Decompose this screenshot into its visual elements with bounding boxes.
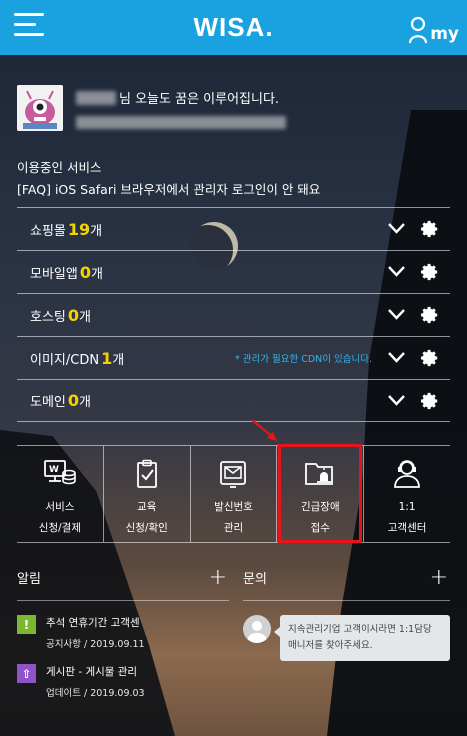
- news-title: 추석 연휴기간 고객센: [46, 617, 140, 629]
- svg-text:W: W: [49, 465, 59, 475]
- blurred-email: [76, 116, 286, 129]
- hamburger-menu-icon[interactable]: [14, 13, 44, 39]
- quick-service-payment[interactable]: W 서비스 신청/결제: [17, 446, 103, 542]
- inquiry-message[interactable]: 지속관리기업 고객이시라면 1:1담당 매니저를 찾아주세요.: [243, 615, 450, 661]
- quick-customer-center[interactable]: 1:1 고객센터: [363, 446, 450, 542]
- inquiry-bubble: 지속관리기업 고객이시라면 1:1담당 매니저를 찾아주세요.: [274, 615, 450, 661]
- avatar: [17, 85, 63, 131]
- service-count: 0: [67, 391, 80, 410]
- exclamation-icon: !: [17, 615, 36, 634]
- gear-icon[interactable]: [421, 263, 439, 281]
- plus-icon[interactable]: +: [430, 565, 448, 590]
- service-name: 도메인: [30, 395, 66, 410]
- red-arrow-annotation: [251, 419, 277, 441]
- upload-arrow-icon: ⇧: [17, 664, 36, 683]
- quick-label-line1: 교육: [137, 501, 157, 513]
- user-profile: 님 오늘도 꿈은 이루어집니다.: [17, 85, 286, 133]
- my-label: my: [430, 24, 459, 44]
- news-meta: 업데이트 / 2019.09.03: [46, 688, 145, 699]
- notice-board-title: 알림: [17, 572, 41, 587]
- service-unit: 개: [90, 266, 103, 282]
- service-name: 모바일앱: [30, 266, 78, 282]
- service-count: 0: [79, 262, 91, 282]
- chevron-down-icon[interactable]: [388, 222, 405, 234]
- cdn-warning-note[interactable]: * 관리가 필요한 CDN이 있습니다.: [235, 351, 372, 365]
- service-list: 쇼핑몰 19 개 모바일앱 0 개 호스팅 0 개 이미지/CDN 1 개 * …: [17, 207, 450, 422]
- education-clipboard-icon: [136, 459, 157, 488]
- blurred-username: [76, 90, 116, 105]
- service-count: 0: [67, 305, 80, 325]
- greeting-text: 님 오늘도 꿈은 이루어집니다.: [76, 88, 286, 107]
- plus-icon[interactable]: +: [209, 565, 227, 590]
- service-unit: 개: [90, 223, 103, 239]
- quick-label-line1: 발신번호: [214, 501, 253, 513]
- inquiry-board-title: 문의: [243, 572, 267, 587]
- quick-label-line1: 서비스: [45, 501, 75, 513]
- service-count: 19: [67, 219, 91, 239]
- news-meta: 공지사항 / 2019.09.11: [46, 639, 145, 650]
- gear-icon[interactable]: [421, 306, 439, 324]
- wisa-logo[interactable]: WISA.: [193, 12, 273, 43]
- services-title: 이용중인 서비스: [17, 160, 102, 175]
- service-name: 이미지/CDN: [30, 352, 100, 368]
- highlight-box-annotation: [278, 444, 362, 543]
- list-item[interactable]: ! 추석 연휴기간 고객센 공지사항 / 2019.09.11: [17, 615, 229, 650]
- service-payment-icon: W: [43, 460, 76, 485]
- service-name: 호스팅: [30, 309, 66, 325]
- main-content: 님 오늘도 꿈은 이루어집니다. 이용중인 서비스 [FAQ] iOS Safa…: [0, 55, 467, 736]
- gear-icon[interactable]: [421, 220, 439, 238]
- news-title: 게시판 - 게시물 관리: [46, 666, 138, 678]
- service-count: 1: [101, 348, 113, 368]
- chevron-down-icon[interactable]: [388, 308, 405, 320]
- quick-label-line2: 관리: [223, 522, 244, 534]
- quick-label-line2: 고객센터: [387, 522, 427, 534]
- service-row-hosting[interactable]: 호스팅 0 개: [17, 293, 450, 336]
- faq-notice-link[interactable]: [FAQ] iOS Safari 브라우저에서 관리자 로그인이 안 돼요: [17, 179, 320, 198]
- quick-label-line2: 신청/결제: [38, 522, 81, 534]
- inquiry-board-header: 문의 +: [243, 565, 450, 601]
- service-unit: 개: [79, 395, 91, 410]
- service-row-mobileapp[interactable]: 모바일앱 0 개: [17, 250, 450, 293]
- gear-icon[interactable]: [421, 349, 439, 367]
- user-outline-icon: [409, 16, 428, 44]
- app-header: WISA. my: [0, 0, 467, 55]
- inquiry-board: 문의 + 지속관리기업 고객이시라면 1:1담당 매니저를 찾아주세요.: [243, 565, 450, 661]
- notice-board-header: 알림 +: [17, 565, 229, 601]
- my-page-button[interactable]: my: [408, 12, 459, 44]
- monster-avatar-icon: [17, 85, 63, 131]
- customer-center-icon: [394, 460, 420, 488]
- list-item[interactable]: ⇧ 게시판 - 게시물 관리 업데이트 / 2019.09.03: [17, 664, 229, 699]
- quick-menu: W 서비스 신청/결제 교육 신청/확인 발신번호 관리 긴급장애 접수 1:1…: [17, 445, 450, 543]
- notice-board: 알림 + ! 추석 연휴기간 고객센 공지사항 / 2019.09.11 ⇧ 게…: [17, 565, 229, 699]
- sender-number-icon: [220, 461, 247, 488]
- quick-sender-number[interactable]: 발신번호 관리: [189, 446, 277, 542]
- quick-label-line2: 신청/확인: [125, 522, 168, 534]
- service-name: 쇼핑몰: [30, 223, 66, 239]
- service-row-domain[interactable]: 도메인 0 개: [17, 379, 450, 422]
- chevron-down-icon[interactable]: [388, 265, 405, 277]
- service-unit: 개: [79, 309, 91, 325]
- service-row-image-cdn[interactable]: 이미지/CDN 1 개 * 관리가 필요한 CDN이 있습니다.: [17, 336, 450, 379]
- service-unit: 개: [112, 352, 125, 368]
- default-avatar-icon: [243, 615, 271, 643]
- greeting-message: 님 오늘도 꿈은 이루어집니다.: [119, 92, 280, 107]
- quick-label-line1: 1:1: [398, 501, 416, 513]
- quick-education[interactable]: 교육 신청/확인: [102, 446, 190, 542]
- service-row-shoppingmall[interactable]: 쇼핑몰 19 개: [17, 207, 450, 250]
- chevron-down-icon[interactable]: [388, 394, 405, 406]
- chevron-down-icon[interactable]: [388, 351, 405, 363]
- gear-icon[interactable]: [421, 392, 439, 410]
